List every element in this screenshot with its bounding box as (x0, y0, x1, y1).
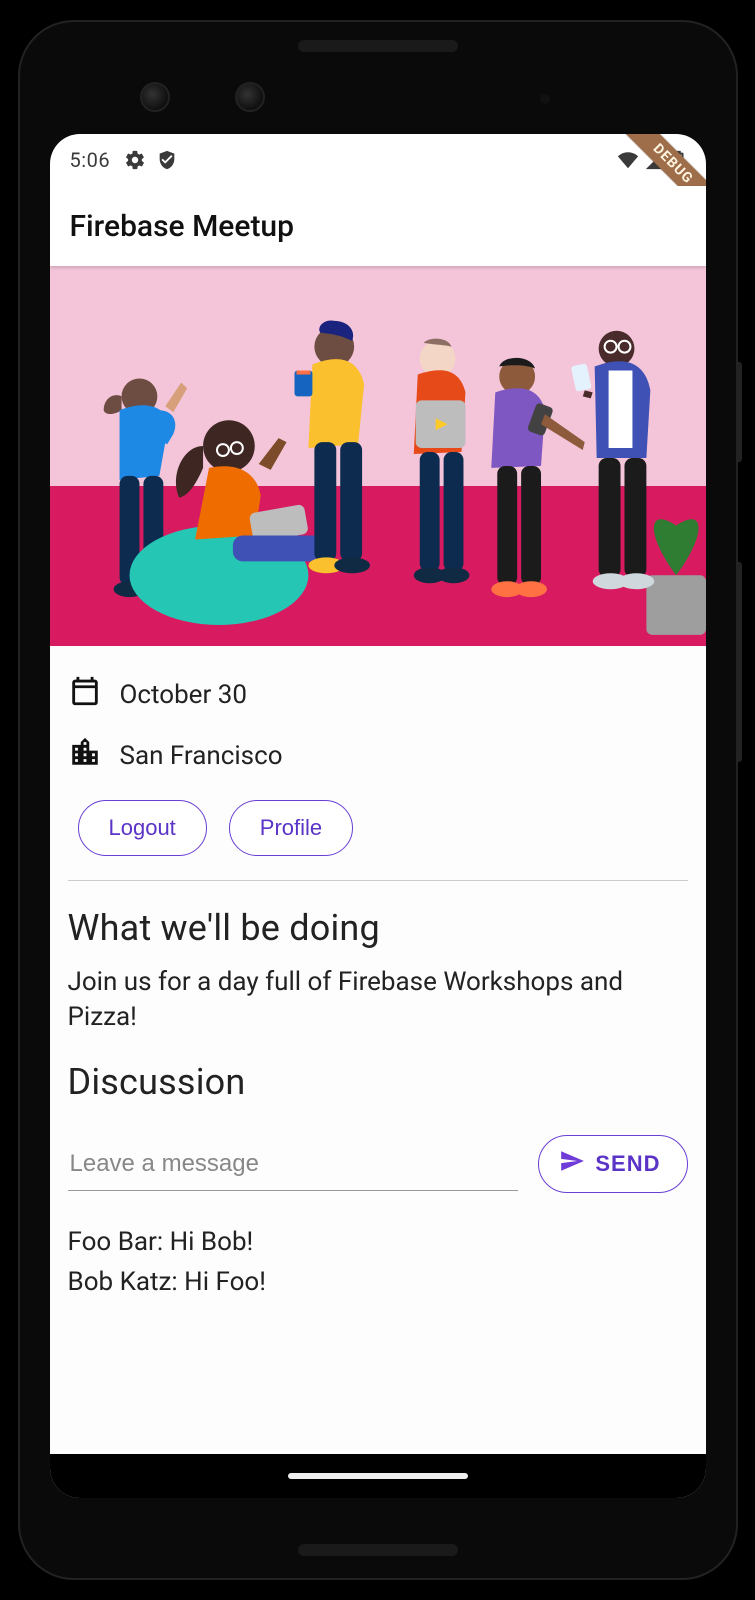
app-bar: Firebase Meetup (50, 186, 706, 266)
section-heading-discussion: Discussion (68, 1061, 688, 1103)
calendar-icon (68, 674, 102, 715)
city-icon (68, 735, 102, 776)
nav-home-pill[interactable] (288, 1473, 468, 1479)
event-location-row: San Francisco (68, 725, 688, 786)
logout-button[interactable]: Logout (78, 800, 207, 856)
device-frame: 5:06 (0, 0, 755, 1600)
speaker-top (298, 40, 458, 52)
gear-icon (124, 149, 146, 171)
event-date: October 30 (120, 680, 247, 710)
message-composer: SEND (68, 1135, 688, 1193)
divider (68, 880, 688, 881)
profile-button[interactable]: Profile (229, 800, 353, 856)
send-icon (559, 1148, 585, 1180)
speaker-bottom (298, 1544, 458, 1556)
page-title: Firebase Meetup (70, 209, 294, 244)
sensor-dot (540, 94, 550, 104)
status-time: 5:06 (70, 148, 111, 172)
message-item: Foo Bar: Hi Bob! (68, 1227, 688, 1257)
event-date-row: October 30 (68, 664, 688, 725)
section-heading-what: What we'll be doing (68, 907, 688, 949)
content-area: October 30 San Francisco Logout Profile (50, 646, 706, 1454)
send-button[interactable]: SEND (538, 1135, 687, 1193)
section-body-what: Join us for a day full of Firebase Works… (68, 965, 688, 1035)
logout-button-label: Logout (109, 815, 176, 841)
message-input[interactable] (68, 1138, 519, 1191)
shield-icon (156, 149, 178, 171)
screen: 5:06 (50, 134, 706, 1498)
wifi-icon (616, 149, 640, 171)
button-row: Logout Profile (68, 786, 688, 878)
front-camera-icon (235, 82, 265, 112)
android-nav-bar (50, 1454, 706, 1498)
messages-list: Foo Bar: Hi Bob! Bob Katz: Hi Foo! (68, 1227, 688, 1297)
event-location: San Francisco (120, 741, 283, 771)
message-item: Bob Katz: Hi Foo! (68, 1267, 688, 1297)
volume-button (736, 562, 742, 762)
status-bar: 5:06 (50, 134, 706, 186)
device-bezel: 5:06 (18, 20, 738, 1580)
front-camera-icon (140, 82, 170, 112)
hero-illustration (50, 266, 706, 646)
send-button-label: SEND (595, 1151, 660, 1177)
power-button (736, 362, 742, 462)
profile-button-label: Profile (260, 815, 322, 841)
